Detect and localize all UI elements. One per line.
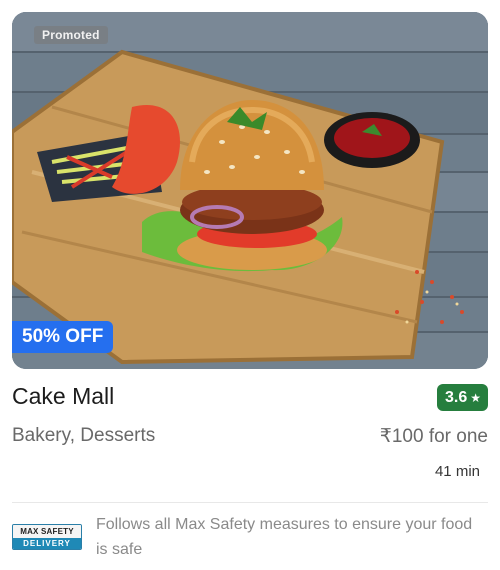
info-row: Bakery, Desserts ₹100 for one [12,425,488,451]
title-row: Cake Mall 3.6 ★ [12,383,488,413]
price-text: ₹100 for one [379,426,488,447]
safety-text: Follows all Max Safety measures to ensur… [96,516,473,558]
badge-top-text: MAX SAFETY [13,525,81,538]
delivery-time: 41 min [434,463,480,480]
promoted-tag: Promoted [34,26,108,44]
divider [12,502,488,503]
cuisines-text: Bakery, Desserts [12,425,156,446]
star-icon: ★ [470,390,481,405]
rating-value: 3.6 [444,388,468,406]
max-safety-badge-icon: MAX SAFETY DELIVERY [12,524,82,550]
restaurant-image[interactable]: Promoted 50% OFF [12,12,488,369]
restaurant-name[interactable]: Cake Mall [12,383,114,410]
restaurant-card[interactable]: Promoted 50% OFF Cake Mall 3.6 ★ Bakery,… [0,0,500,570]
rating-badge: 3.6 ★ [436,384,488,411]
offer-badge: 50% OFF [12,321,114,353]
burger-photo [12,12,488,369]
badge-bottom-text: DELIVERY [13,538,81,549]
safety-section: MAX SAFETY DELIVERY Follows all Max Safe… [12,512,488,562]
